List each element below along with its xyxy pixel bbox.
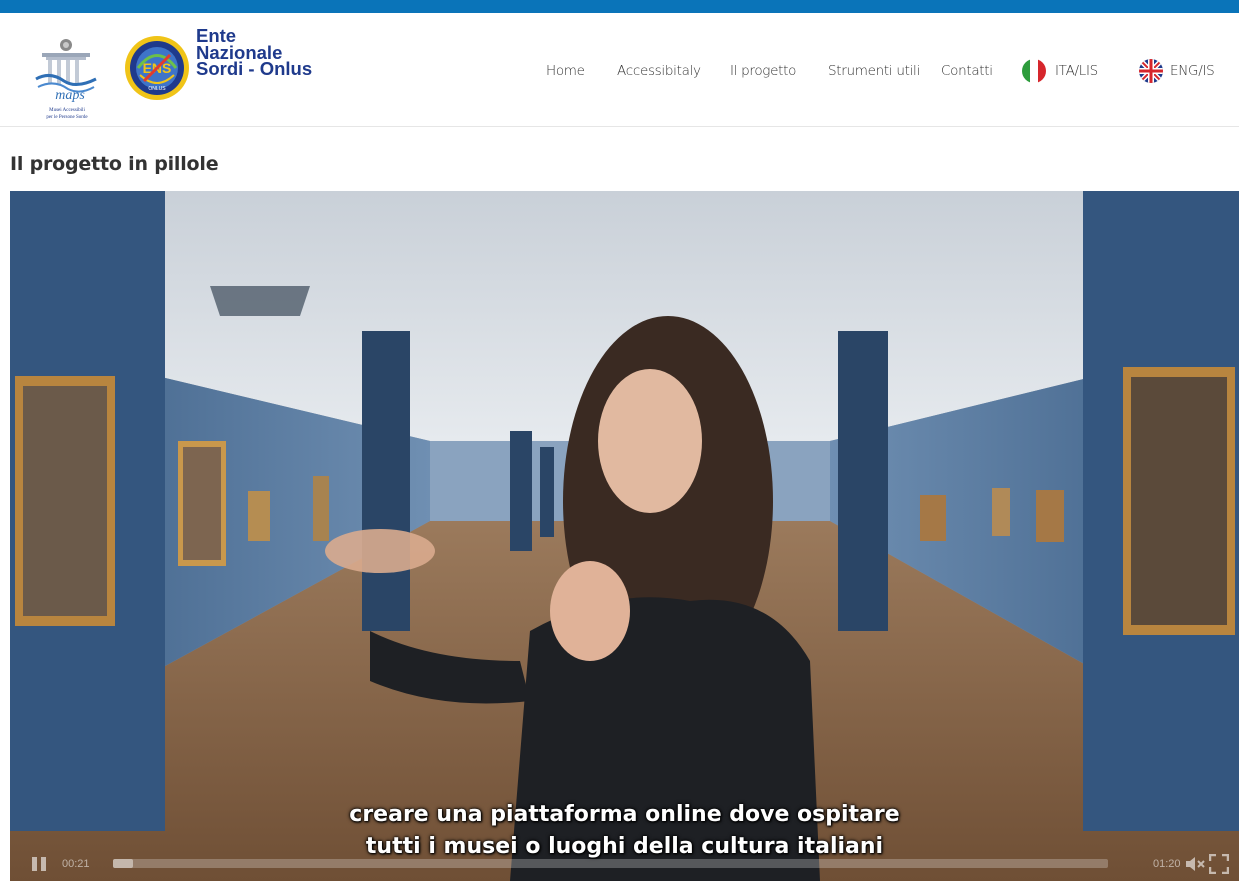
duration: 01:20 xyxy=(1153,858,1181,870)
nav-accessibitaly[interactable]: Accessibitaly xyxy=(617,61,701,81)
pause-icon[interactable] xyxy=(31,856,47,872)
svg-text:per le Persone Sorde: per le Persone Sorde xyxy=(46,115,88,120)
video-player[interactable]: creare una piattaforma online dove ospit… xyxy=(10,191,1239,881)
nav-contatti[interactable]: Contatti xyxy=(941,61,993,81)
nav-ita-lis[interactable]: ITA/LIS xyxy=(1055,61,1098,81)
top-accent-bar xyxy=(0,0,1239,13)
main-nav: Home Accessibitaly Il progetto Strumenti… xyxy=(0,59,1239,85)
nav-home[interactable]: Home xyxy=(546,61,585,81)
italy-flag-icon[interactable] xyxy=(1022,59,1046,83)
muted-volume-icon[interactable] xyxy=(1185,856,1205,872)
svg-text:maps: maps xyxy=(55,88,85,103)
video-frame xyxy=(10,191,1239,881)
page-title: Il progetto in pillole xyxy=(10,153,219,175)
seek-bar[interactable] xyxy=(113,859,1108,868)
uk-flag-icon[interactable] xyxy=(1139,59,1163,83)
svg-text:Musei Accessibili: Musei Accessibili xyxy=(49,108,85,113)
nav-eng-is[interactable]: ENG/IS xyxy=(1170,61,1215,81)
video-controls: 00:21 01:20 xyxy=(10,842,1239,881)
fullscreen-icon[interactable] xyxy=(1209,854,1229,874)
site-header: maps Musei Accessibili per le Persone So… xyxy=(0,13,1239,127)
seek-bar-progress xyxy=(113,859,133,868)
nav-strumenti-utili[interactable]: Strumenti utili xyxy=(828,61,920,81)
nav-il-progetto[interactable]: Il progetto xyxy=(730,61,796,81)
caption-line-1: creare una piattaforma online dove ospit… xyxy=(349,802,900,827)
svg-text:ONLUS: ONLUS xyxy=(148,86,166,92)
current-time: 00:21 xyxy=(62,858,90,870)
